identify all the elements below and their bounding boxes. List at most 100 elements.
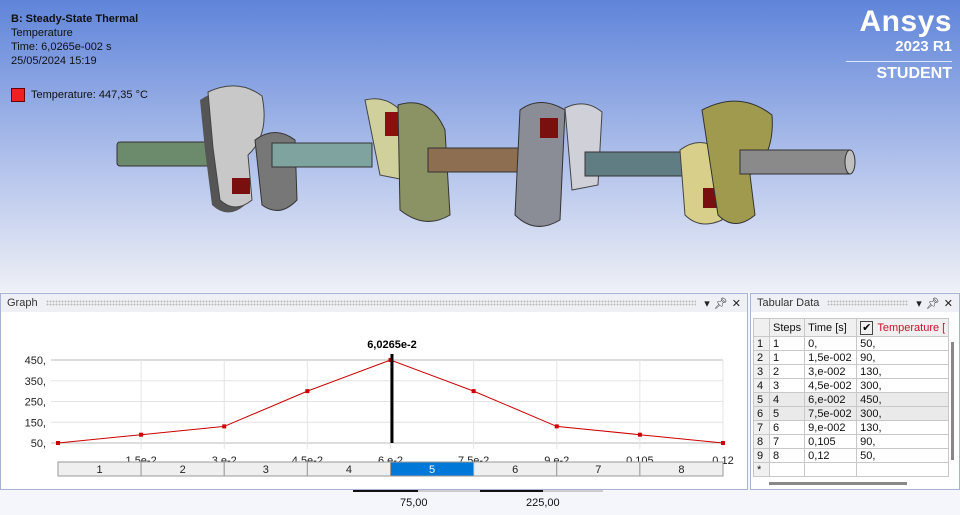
table-row[interactable]: 9 8 0,12 50, bbox=[753, 448, 950, 463]
time-cell[interactable]: 7,5e-002 bbox=[804, 406, 858, 421]
data-point bbox=[305, 389, 310, 394]
legend-swatch bbox=[11, 88, 25, 102]
logo-edition: STUDENT bbox=[876, 65, 952, 82]
data-point bbox=[222, 424, 227, 429]
temperature-cell[interactable]: 50, bbox=[856, 448, 950, 463]
temperature-cell[interactable]: 130, bbox=[856, 420, 950, 435]
row-number[interactable]: 8 bbox=[753, 434, 770, 449]
time-cell[interactable]: 9,e-002 bbox=[804, 420, 858, 435]
tabular-title: Tabular Data bbox=[757, 297, 820, 309]
row-number[interactable]: 3 bbox=[753, 364, 770, 379]
y-tick-label: 250, bbox=[25, 397, 46, 409]
table-row[interactable]: 4 3 4,5e-002 300, bbox=[753, 378, 950, 393]
result-time: Time: 6,0265e-002 s bbox=[11, 41, 112, 53]
temperature-cell[interactable] bbox=[856, 462, 950, 477]
step-cell[interactable]: 1 bbox=[768, 336, 806, 351]
ansys-logo: Ansys 2023 R1 STUDENT bbox=[846, 6, 952, 83]
step-cell[interactable]: 1 bbox=[768, 350, 806, 365]
time-cell[interactable] bbox=[804, 462, 858, 477]
data-point bbox=[471, 389, 476, 394]
y-tick-label: 150, bbox=[25, 417, 46, 429]
row-number[interactable]: 2 bbox=[753, 350, 770, 365]
result-info: B: Steady-State Thermal Temperature Time… bbox=[11, 12, 138, 68]
time-cell[interactable]: 4,5e-002 bbox=[804, 378, 858, 393]
time-cell[interactable]: 6,e-002 bbox=[804, 392, 858, 407]
row-number[interactable]: 1 bbox=[753, 336, 770, 351]
col-temperature[interactable]: ✔ Temperature [ bbox=[856, 318, 950, 337]
step-cell[interactable]: 6 bbox=[768, 420, 806, 435]
temperature-cell[interactable]: 50, bbox=[856, 336, 950, 351]
step-label[interactable]: 1 bbox=[97, 464, 103, 476]
step-cell[interactable]: 7 bbox=[768, 434, 806, 449]
temperature-cell[interactable]: 450, bbox=[856, 392, 950, 407]
temperature-cell[interactable]: 90, bbox=[856, 350, 950, 365]
analysis-title: B: Steady-State Thermal bbox=[11, 13, 139, 25]
row-number[interactable]: 5 bbox=[753, 392, 770, 407]
row-number[interactable]: 9 bbox=[753, 448, 770, 463]
step-cell[interactable]: 5 bbox=[768, 406, 806, 421]
row-number[interactable]: 4 bbox=[753, 378, 770, 393]
step-label[interactable]: 3 bbox=[263, 464, 269, 476]
temperature-cell[interactable]: 130, bbox=[856, 364, 950, 379]
temperature-cell[interactable]: 300, bbox=[856, 378, 950, 393]
table-row[interactable]: 1 1 0, 50, bbox=[753, 336, 950, 351]
table-row[interactable]: 3 2 3,e-002 130, bbox=[753, 364, 950, 379]
logo-brand: Ansys bbox=[859, 5, 952, 38]
step-cell[interactable]: 8 bbox=[768, 448, 806, 463]
scale-label-1: 75,00 bbox=[400, 497, 428, 509]
graph-title: Graph bbox=[7, 297, 38, 309]
close-icon[interactable]: ✕ bbox=[732, 297, 741, 310]
step-label[interactable]: 6 bbox=[512, 464, 518, 476]
temperature-cell[interactable]: 300, bbox=[856, 406, 950, 421]
step-cell[interactable]: 2 bbox=[768, 364, 806, 379]
legend-label: Temperature: 447,35 °C bbox=[31, 89, 148, 101]
result-date: 25/05/2024 15:19 bbox=[11, 55, 97, 67]
data-point bbox=[721, 441, 725, 445]
step-label[interactable]: 8 bbox=[678, 464, 684, 476]
row-number[interactable]: 7 bbox=[753, 420, 770, 435]
graph-panel: Graph ▾ 📌︎ ✕ 450, 350, 250, 150, 50, 1,5e-2 3,e-… bbox=[0, 293, 748, 490]
data-point bbox=[554, 424, 559, 429]
result-type: Temperature bbox=[11, 27, 73, 39]
dropdown-icon[interactable]: ▾ bbox=[704, 297, 710, 310]
step-label[interactable]: 7 bbox=[595, 464, 601, 476]
data-point bbox=[56, 441, 60, 445]
close-icon[interactable]: ✕ bbox=[944, 297, 953, 310]
step-label[interactable]: 4 bbox=[346, 464, 352, 476]
time-cell[interactable]: 0,105 bbox=[804, 434, 858, 449]
table-row[interactable]: 8 7 0,105 90, bbox=[753, 434, 950, 449]
y-tick-label: 50, bbox=[31, 438, 46, 450]
col-time[interactable]: Time [s] bbox=[804, 318, 858, 337]
table-row[interactable]: 2 1 1,5e-002 90, bbox=[753, 350, 950, 365]
table-row[interactable]: 5 4 6,e-002 450, bbox=[753, 392, 950, 407]
step-label[interactable]: 2 bbox=[180, 464, 186, 476]
tabular-data-table[interactable]: Steps Time [s] ✔ Temperature [ 1 1 0, 50, 2 1 1,5… bbox=[753, 318, 950, 477]
time-cell[interactable]: 0, bbox=[804, 336, 858, 351]
temperature-cell[interactable]: 90, bbox=[856, 434, 950, 449]
data-point bbox=[139, 432, 144, 437]
table-row[interactable]: * bbox=[753, 462, 950, 477]
step-cell[interactable]: 4 bbox=[768, 392, 806, 407]
table-row[interactable]: 7 6 9,e-002 130, bbox=[753, 420, 950, 435]
dropdown-icon[interactable]: ▾ bbox=[916, 297, 922, 310]
3d-viewport[interactable]: B: Steady-State Thermal Temperature Time… bbox=[0, 0, 960, 292]
step-cell[interactable] bbox=[768, 462, 806, 477]
horizontal-scrollbar[interactable] bbox=[769, 482, 907, 485]
vertical-scrollbar[interactable] bbox=[951, 342, 954, 460]
table-row[interactable]: 6 5 7,5e-002 300, bbox=[753, 406, 950, 421]
row-number[interactable]: * bbox=[753, 462, 770, 477]
pin-icon[interactable]: 📌︎ bbox=[714, 297, 728, 310]
time-cell[interactable]: 1,5e-002 bbox=[804, 350, 858, 365]
time-cell[interactable]: 0,12 bbox=[804, 448, 858, 463]
scale-bar bbox=[353, 490, 603, 492]
step-label[interactable]: 5 bbox=[429, 464, 435, 476]
cursor-label: 6,0265e-2 bbox=[367, 339, 417, 351]
row-number[interactable]: 6 bbox=[753, 406, 770, 421]
scale-label-2: 225,00 bbox=[526, 497, 560, 509]
step-cell[interactable]: 3 bbox=[768, 378, 806, 393]
col-steps[interactable]: Steps bbox=[768, 318, 806, 337]
pin-icon[interactable]: 📌︎ bbox=[926, 297, 940, 310]
checkbox-icon[interactable]: ✔ bbox=[860, 321, 874, 335]
temperature-chart[interactable]: 450,350,250,150,50,1,5e-2 3,e-2 4,5e-2 6,e-… bbox=[1, 312, 747, 489]
time-cell[interactable]: 3,e-002 bbox=[804, 364, 858, 379]
